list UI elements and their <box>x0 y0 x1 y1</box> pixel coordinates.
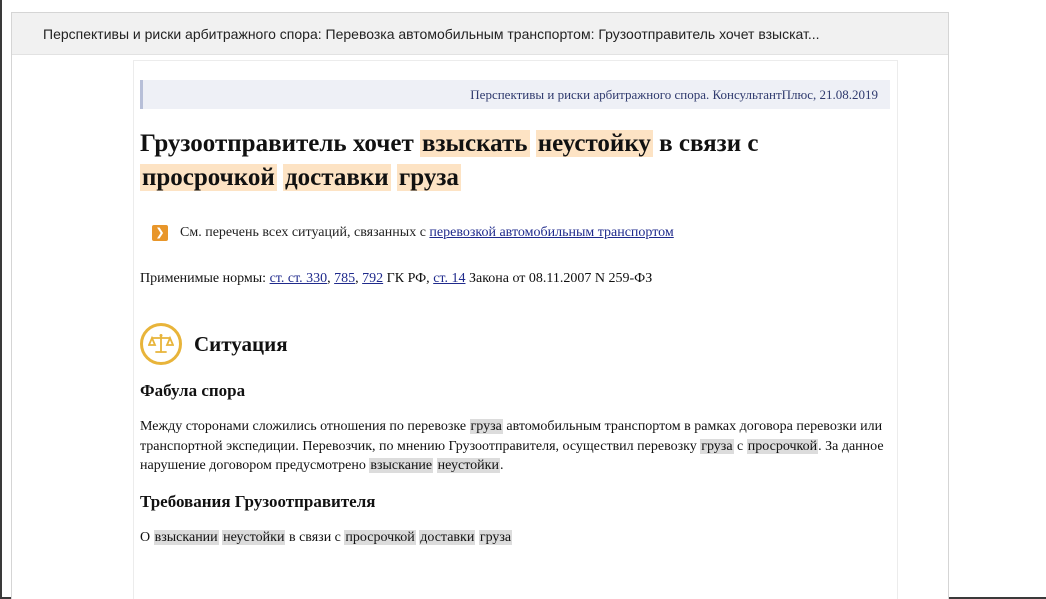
chevron-right-icon: ❯ <box>152 225 168 241</box>
demands-title: Требования Грузоотправителя <box>140 491 376 511</box>
norms-label: Применимые нормы: <box>140 271 270 286</box>
search-highlight: просрочкой <box>746 438 819 454</box>
title-space <box>391 164 397 191</box>
title-highlight: просрочкой <box>140 164 277 191</box>
situation-header: Ситуация <box>140 323 897 365</box>
title-highlight: доставки <box>283 164 391 191</box>
search-highlight: груза <box>469 419 503 434</box>
fabula-segment: Между сторонами сложились отношения по п… <box>140 419 470 434</box>
situation-title: Ситуация <box>194 331 288 356</box>
norm-link-785[interactable]: 785 <box>334 271 355 286</box>
fabula-segment: . <box>499 458 504 473</box>
fabula-segment: с <box>733 438 747 454</box>
norms-text: Закона от 08.11.2007 N 259-ФЗ <box>465 271 653 286</box>
see-list-text: См. перечень всех ситуаций, связанных с <box>180 225 426 240</box>
demands-text: О взыскании неустойки в связи с просрочк… <box>140 528 892 548</box>
norm-link-330[interactable]: ст. ст. 330 <box>270 271 328 286</box>
see-list-link[interactable]: перевозкой автомобильным транспортом <box>429 225 673 241</box>
window-title: Перспективы и риски арбитражного спора: … <box>12 13 948 55</box>
search-highlight: неустойки <box>436 458 500 473</box>
title-highlight: неустойку <box>535 130 653 157</box>
applicable-norms: Применимые нормы: ст. ст. 330, 785, 792 … <box>140 271 897 287</box>
title-text: в связи с <box>652 130 759 157</box>
title-highlight: взыскать <box>419 130 530 157</box>
search-highlight: взыскании <box>153 529 219 545</box>
scales-icon <box>140 323 182 365</box>
title-text: Грузоотправитель хочет <box>140 130 420 157</box>
fabula-text: Между сторонами сложились отношения по п… <box>140 417 892 476</box>
norm-link-792[interactable]: 792 <box>362 271 383 286</box>
search-highlight: просрочкой <box>344 529 416 545</box>
norms-text: ГК РФ, <box>383 271 434 286</box>
document-window: Перспективы и риски арбитражного спора: … <box>11 12 949 599</box>
norm-link-14[interactable]: ст. 14 <box>433 271 465 286</box>
fabula-title: Фабула спора <box>140 381 246 400</box>
title-highlight: груза <box>396 164 461 191</box>
search-highlight: доставки <box>419 529 476 545</box>
title-space <box>530 130 536 157</box>
source-banner: Перспективы и риски арбитражного спора. … <box>140 80 890 109</box>
search-highlight: груза <box>700 438 734 454</box>
see-list-row: ❯ См. перечень всех ситуаций, связанных … <box>152 225 897 241</box>
search-highlight: груза <box>478 529 513 545</box>
document-page: Перспективы и риски арбитражного спора. … <box>133 60 898 599</box>
screen-frame: Перспективы и риски арбитражного спора: … <box>0 0 1046 599</box>
page-title: Грузоотправитель хочет взыскать неустойк… <box>140 127 860 195</box>
search-highlight: неустойки <box>222 529 286 545</box>
search-highlight: взыскание <box>369 458 434 473</box>
demands-segment: О <box>140 529 154 545</box>
demands-segment: в связи с <box>285 529 345 545</box>
